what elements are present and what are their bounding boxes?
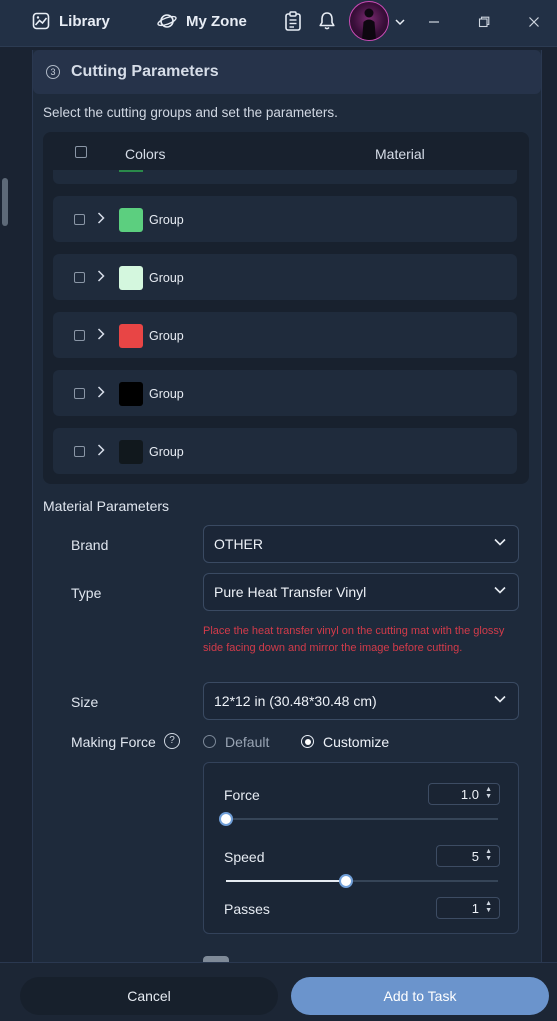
passes-stepper[interactable]: 1 ▲ ▼ <box>436 897 500 919</box>
speed-label: Speed <box>224 849 265 865</box>
nav-library[interactable]: Library <box>32 12 110 30</box>
speed-stepper[interactable]: 5 ▲ ▼ <box>436 845 500 867</box>
previous-row-swatch-edge <box>119 170 143 172</box>
minimize-icon[interactable] <box>424 12 444 32</box>
column-header-material: Material <box>375 146 425 162</box>
size-value: 12*12 in (30.48*30.48 cm) <box>214 693 377 709</box>
chevron-down-icon <box>494 695 506 703</box>
stepper-arrows-icon[interactable]: ▲ ▼ <box>485 900 492 914</box>
group-row[interactable]: Group <box>53 370 517 416</box>
group-row[interactable]: Group <box>53 196 517 242</box>
speed-slider-fill <box>226 880 346 882</box>
section-title: Cutting Parameters <box>71 63 219 80</box>
bell-icon[interactable] <box>316 10 338 32</box>
group-row[interactable]: Group <box>53 312 517 358</box>
planet-icon <box>157 14 177 28</box>
chevron-right-icon[interactable] <box>97 444 105 456</box>
library-label: Library <box>59 12 110 30</box>
group-label: Group <box>149 329 184 343</box>
radio-customize[interactable] <box>301 735 314 748</box>
force-slider-handle[interactable] <box>219 812 233 826</box>
brand-label: Brand <box>71 537 109 553</box>
step-number: 3 <box>46 65 60 79</box>
clipboard-icon[interactable] <box>282 10 304 32</box>
group-checkbox[interactable] <box>74 330 85 341</box>
chevron-down-icon[interactable] <box>389 11 411 33</box>
making-force-label: Making Force <box>71 734 156 750</box>
group-label: Group <box>149 213 184 227</box>
speed-slider-handle[interactable] <box>338 874 353 888</box>
group-checkbox[interactable] <box>74 214 85 225</box>
color-swatch <box>119 382 143 406</box>
material-parameters-title: Material Parameters <box>43 498 170 514</box>
force-slider-track[interactable] <box>226 818 498 820</box>
speed-value: 5 <box>471 849 479 864</box>
radio-customize-label[interactable]: Customize <box>323 734 389 750</box>
brand-value: OTHER <box>214 536 263 552</box>
title-bar: Library My Zone <box>0 0 557 47</box>
size-select[interactable]: 12*12 in (30.48*30.48 cm) <box>203 682 519 720</box>
passes-label: Passes <box>224 901 270 917</box>
color-swatch <box>119 208 143 232</box>
cancel-button[interactable]: Cancel <box>20 977 278 1015</box>
chevron-down-icon <box>494 538 506 546</box>
group-label: Group <box>149 387 184 401</box>
section-header[interactable]: 3 Cutting Parameters <box>33 50 541 94</box>
size-label: Size <box>71 694 99 710</box>
close-icon[interactable] <box>524 12 544 32</box>
group-checkbox[interactable] <box>74 446 85 457</box>
group-label: Group <box>149 445 184 459</box>
chevron-right-icon[interactable] <box>97 328 105 340</box>
chevron-right-icon[interactable] <box>97 386 105 398</box>
color-swatch <box>119 440 143 464</box>
force-value: 1.0 <box>460 787 479 802</box>
color-swatch <box>119 324 143 348</box>
avatar[interactable] <box>349 1 389 41</box>
group-row[interactable]: Group <box>53 428 517 474</box>
group-row[interactable]: Group <box>53 254 517 300</box>
groups-table: Colors Material Group Group Group Group Grou… <box>43 132 529 484</box>
chevron-down-icon <box>494 586 506 594</box>
force-stepper[interactable]: 1.0 ▲ ▼ <box>428 783 500 805</box>
my-zone-label: My Zone <box>186 12 247 30</box>
stepper-arrows-icon[interactable]: ▲ ▼ <box>485 848 492 862</box>
restore-icon[interactable] <box>474 12 494 32</box>
cutting-parameters-panel: 3 Cutting Parameters Select the cutting … <box>32 50 542 970</box>
type-label: Type <box>71 585 102 601</box>
group-label: Group <box>149 271 184 285</box>
library-icon <box>32 12 50 30</box>
stepper-arrows-icon[interactable]: ▲ ▼ <box>485 786 492 800</box>
add-to-task-button[interactable]: Add to Task <box>291 977 549 1015</box>
footer-bar: Cancel Add to Task <box>0 962 557 1021</box>
select-all-checkbox[interactable] <box>75 146 87 158</box>
passes-value: 1 <box>471 901 479 916</box>
type-select[interactable]: Pure Heat Transfer Vinyl <box>203 573 519 611</box>
color-swatch <box>119 266 143 290</box>
help-icon[interactable]: ? <box>164 733 180 749</box>
radio-default-label[interactable]: Default <box>225 734 269 750</box>
group-checkbox[interactable] <box>74 272 85 283</box>
scrollbar-thumb[interactable] <box>2 178 8 226</box>
radio-default[interactable] <box>203 735 216 748</box>
chevron-right-icon[interactable] <box>97 270 105 282</box>
previous-row-edge <box>53 170 517 184</box>
material-warning: Place the heat transfer vinyl on the cut… <box>203 625 505 654</box>
brand-select[interactable]: OTHER <box>203 525 519 563</box>
type-value: Pure Heat Transfer Vinyl <box>214 584 367 600</box>
custom-force-panel: Force 1.0 ▲ ▼ Speed 5 ▲ ▼ Passes 1 ▲ ▼ <box>203 762 519 934</box>
nav-my-zone[interactable]: My Zone <box>157 12 247 30</box>
column-header-colors: Colors <box>125 146 166 162</box>
group-checkbox[interactable] <box>74 388 85 399</box>
section-description: Select the cutting groups and set the pa… <box>43 105 338 120</box>
chevron-right-icon[interactable] <box>97 212 105 224</box>
force-label: Force <box>224 787 260 803</box>
